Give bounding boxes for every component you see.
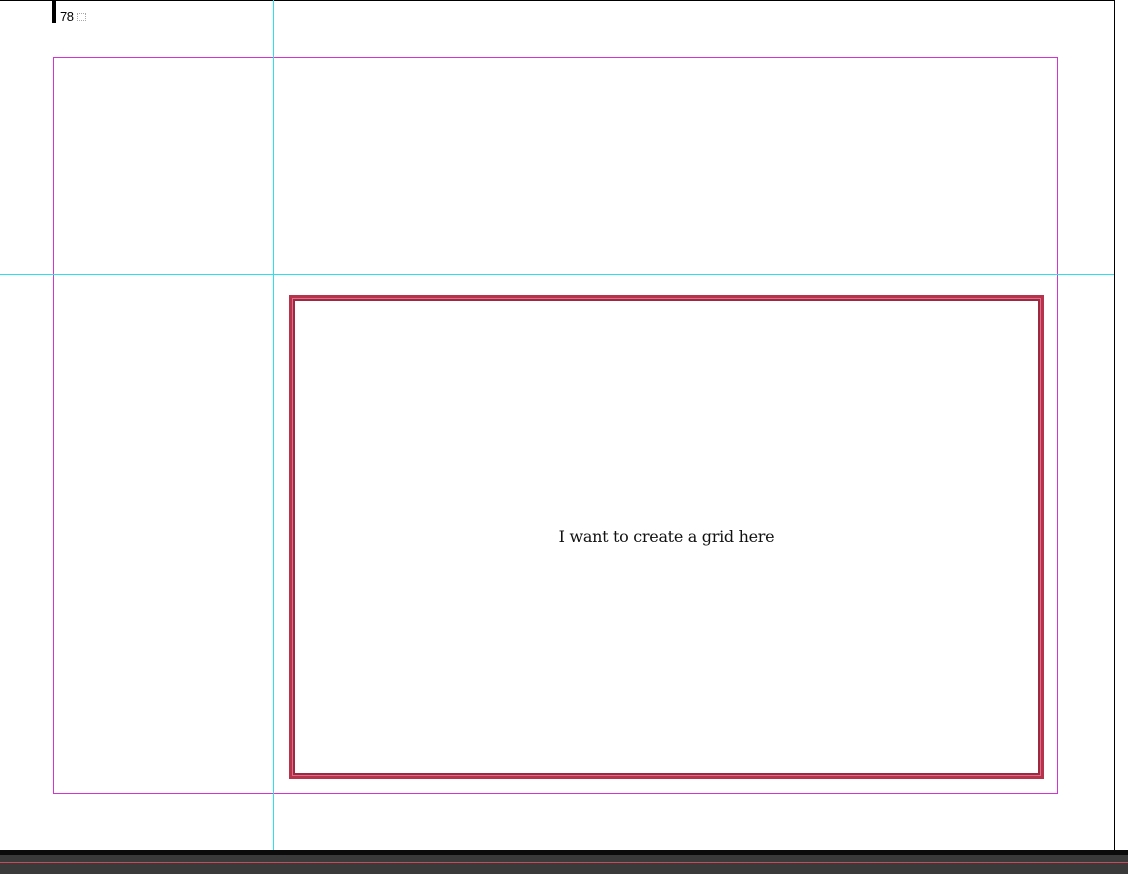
bleed-guide-line [0,862,1128,863]
text-frame-content[interactable]: I want to create a grid here [292,526,1041,548]
pasteboard-bottom-bar [0,850,1128,874]
hidden-character-marker [77,13,86,21]
vertical-ruler-guide[interactable] [273,0,274,850]
pasteboard-edge [0,850,1128,855]
document-canvas[interactable]: 78 I want to create a grid here [0,0,1128,874]
text-cursor [52,0,56,23]
selected-text-frame[interactable]: I want to create a grid here [289,295,1044,779]
page-edge-top [0,0,1114,1]
horizontal-ruler-guide[interactable] [0,274,1114,275]
page-edge-right [1114,0,1115,850]
page-number[interactable]: 78 [60,9,74,25]
